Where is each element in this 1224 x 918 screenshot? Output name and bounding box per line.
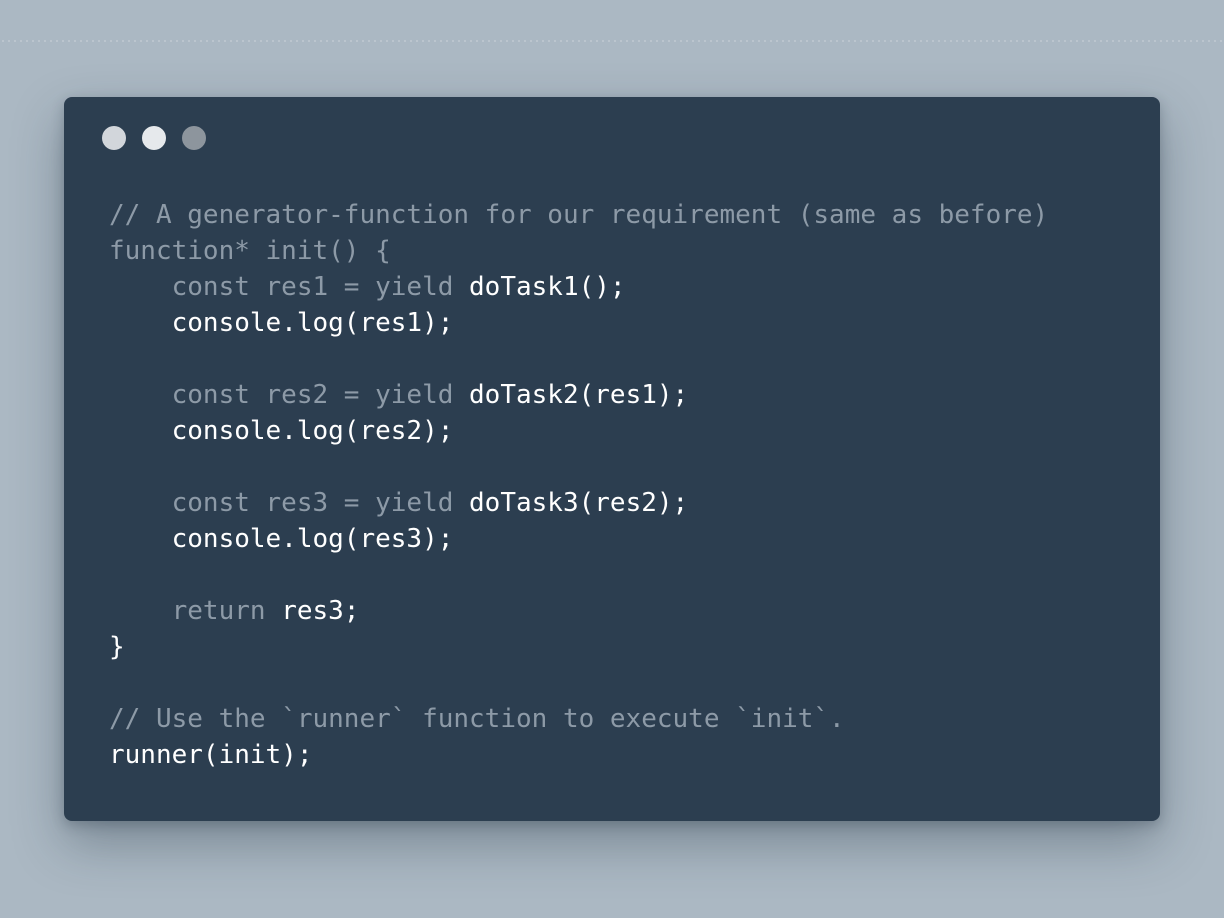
code-line: console.log(res2); — [109, 413, 1048, 449]
code-token-keyword: const res2 = yield — [109, 380, 470, 410]
code-token-plain: doTask2(res1); — [469, 380, 689, 410]
code-token-plain: res3; — [281, 596, 360, 626]
code-token-plain: console.log(res2); — [109, 416, 454, 446]
window-dot-3-icon[interactable] — [182, 126, 206, 150]
code-token-plain: doTask1(); — [469, 272, 626, 302]
code-token-plain: } — [109, 632, 125, 662]
code-token-comment: // Use the `runner` function to execute … — [109, 704, 845, 734]
code-line: const res3 = yield doTask3(res2); — [109, 485, 1048, 521]
code-line: } — [109, 629, 1048, 665]
window-dot-1-icon[interactable] — [102, 126, 126, 150]
code-line: console.log(res1); — [109, 305, 1048, 341]
code-token-plain: console.log(res3); — [109, 524, 454, 554]
code-line: const res2 = yield doTask2(res1); — [109, 377, 1048, 413]
code-window: // A generator-function for our requirem… — [64, 97, 1160, 821]
code-line: // Use the `runner` function to execute … — [109, 701, 1048, 737]
code-line: console.log(res3); — [109, 521, 1048, 557]
code-token-keyword: return — [109, 596, 282, 626]
code-line: const res1 = yield doTask1(); — [109, 269, 1048, 305]
code-line: return res3; — [109, 593, 1048, 629]
code-line: function* init() { — [109, 233, 1048, 269]
window-controls — [102, 126, 206, 150]
backdrop-dotted-line — [0, 38, 1224, 46]
code-token-keyword: const res1 = yield — [109, 272, 470, 302]
code-block: // A generator-function for our requirem… — [109, 197, 1048, 773]
code-token-keyword: function* init() { — [109, 236, 391, 266]
code-token-plain: doTask3(res2); — [469, 488, 689, 518]
code-token-comment: // A generator-function for our requirem… — [109, 200, 1049, 230]
code-line: runner(init); — [109, 737, 1048, 773]
window-dot-2-icon[interactable] — [142, 126, 166, 150]
code-token-plain: runner(init); — [109, 740, 313, 770]
code-token-keyword: const res3 = yield — [109, 488, 470, 518]
code-token-plain: console.log(res1); — [109, 308, 454, 338]
code-line: // A generator-function for our requirem… — [109, 197, 1048, 233]
